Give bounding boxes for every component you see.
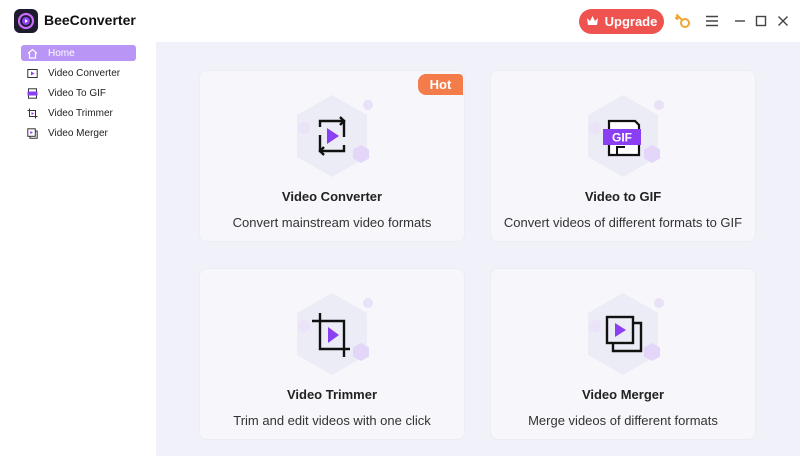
upgrade-label: Upgrade — [604, 14, 658, 29]
card-description: Convert videos of different formats to G… — [503, 215, 743, 230]
sidebar-item-video-trimmer[interactable]: Video Trimmer — [21, 105, 136, 121]
app-title: BeeConverter — [44, 12, 136, 28]
convert-icon — [272, 91, 392, 181]
card-title: Video Converter — [281, 189, 383, 204]
card-video-converter[interactable]: Hot Video Converter Convert mainstream v… — [199, 70, 465, 242]
sidebar-item-label: Video Trimmer — [48, 107, 113, 119]
sidebar: Home Video Converter Video To GIF Video … — [0, 42, 156, 456]
card-title: Video to GIF — [584, 189, 662, 204]
sidebar-item-label: Video To GIF — [48, 87, 106, 99]
upgrade-button[interactable]: Upgrade — [579, 9, 664, 34]
title-bar: BeeConverter Upgrade — [0, 0, 800, 42]
card-description: Trim and edit videos with one click — [233, 413, 431, 428]
sidebar-item-label: Video Merger — [48, 127, 108, 139]
hot-badge: Hot — [418, 74, 463, 95]
crop-icon — [27, 108, 38, 119]
sidebar-item-video-converter[interactable]: Video Converter — [21, 65, 136, 81]
merge-icon — [563, 289, 683, 379]
card-video-trimmer[interactable]: Video Trimmer Trim and edit videos with … — [199, 268, 465, 440]
card-video-merger[interactable]: Video Merger Merge videos of different f… — [490, 268, 756, 440]
sidebar-item-video-to-gif[interactable]: Video To GIF — [21, 85, 136, 101]
maximize-icon[interactable] — [751, 11, 771, 31]
close-icon[interactable] — [773, 11, 793, 31]
gif-icon-text: GIF — [612, 131, 632, 145]
minimize-icon[interactable] — [730, 11, 750, 31]
sidebar-item-home[interactable]: Home — [21, 45, 136, 61]
merge-icon — [27, 127, 38, 139]
menu-icon[interactable] — [702, 11, 722, 31]
crown-icon — [586, 14, 599, 29]
sidebar-item-label: Home — [48, 47, 75, 59]
home-icon — [27, 48, 38, 59]
card-description: Convert mainstream video formats — [232, 215, 432, 230]
video-converter-icon — [27, 68, 38, 79]
card-description: Merge videos of different formats — [528, 413, 718, 428]
card-title: Video Trimmer — [286, 387, 378, 402]
app-logo-icon — [14, 9, 38, 33]
main-content: Hot Video Converter Convert mainstream v… — [156, 42, 800, 456]
card-title: Video Merger — [581, 387, 665, 402]
card-video-to-gif[interactable]: GIF Video to GIF Convert videos of diffe… — [490, 70, 756, 242]
gif-icon — [27, 87, 38, 99]
gif-icon: GIF — [563, 91, 683, 181]
key-icon[interactable] — [673, 11, 693, 31]
crop-icon — [272, 289, 392, 379]
sidebar-item-video-merger[interactable]: Video Merger — [21, 125, 136, 141]
sidebar-item-label: Video Converter — [48, 67, 121, 79]
